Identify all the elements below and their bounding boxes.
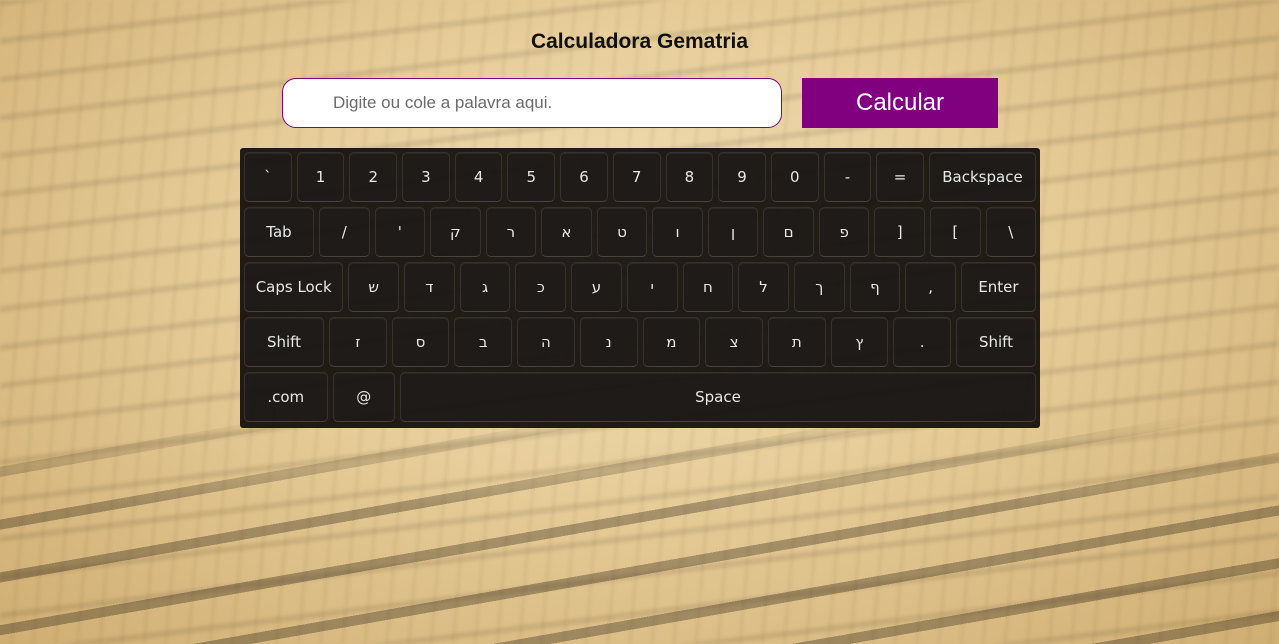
key-space[interactable]: Space <box>399 372 1036 422</box>
key-r2-7[interactable]: ח <box>682 262 734 312</box>
key-r1-12[interactable]: [ <box>929 207 981 257</box>
key-.com[interactable]: .com <box>244 372 328 422</box>
key-r1-4[interactable]: ר <box>485 207 537 257</box>
key-3[interactable]: 3 <box>402 152 450 202</box>
key-r2-11[interactable]: , <box>905 262 956 312</box>
key-.[interactable]: . <box>893 317 952 367</box>
key-r0-12[interactable]: = <box>876 152 924 202</box>
background-hebrew-text-image <box>0 414 1279 644</box>
keyboard-row: Tab / ' ק ר א ט ו ן ם פ][\ <box>244 207 1037 257</box>
key-r2-8[interactable]: ל <box>738 262 789 312</box>
key-1[interactable]: 1 <box>296 152 345 202</box>
key-r1-1[interactable]: / <box>318 207 370 257</box>
key-r1-3[interactable]: ק <box>430 207 481 257</box>
calculate-button[interactable]: Calcular <box>802 78 998 128</box>
key-r2-2[interactable]: ד <box>404 262 455 312</box>
key-2[interactable]: 2 <box>349 152 398 202</box>
key-r2-5[interactable]: ע <box>571 262 622 312</box>
key-r3-7[interactable]: צ <box>705 317 763 367</box>
key-r2-1[interactable]: ש <box>348 262 400 312</box>
keyboard-row: Shift ז ס ב ה נ מ צ ת ץ. Shift <box>244 317 1036 367</box>
key-r4-1[interactable]: @ <box>332 372 395 422</box>
key-r1-11[interactable]: ] <box>874 207 925 257</box>
word-input[interactable] <box>282 78 782 128</box>
key--[interactable]: - <box>823 152 872 202</box>
key-9[interactable]: 9 <box>718 152 766 202</box>
key-r2-10[interactable]: ף <box>849 262 901 312</box>
key-r2-9[interactable]: ך <box>793 262 845 312</box>
key-r1-2[interactable]: ' <box>374 207 426 257</box>
key-backspace[interactable]: Backspace <box>928 152 1037 202</box>
key-tab[interactable]: Tab <box>244 207 314 257</box>
key-r1-13[interactable]: \ <box>985 207 1037 257</box>
key-shift[interactable]: Shift <box>244 317 324 367</box>
key-r2-3[interactable]: ג <box>459 262 511 312</box>
key-r3-5[interactable]: נ <box>579 317 638 367</box>
key-0[interactable]: 0 <box>770 152 819 202</box>
key-6[interactable]: 6 <box>560 152 608 202</box>
key-r3-4[interactable]: ה <box>517 317 575 367</box>
key-r3-3[interactable]: ב <box>454 317 513 367</box>
key-r3-6[interactable]: מ <box>642 317 701 367</box>
key-5[interactable]: 5 <box>507 152 556 202</box>
key-shift[interactable]: Shift <box>956 317 1036 367</box>
key-r1-5[interactable]: א <box>541 207 592 257</box>
key-r1-9[interactable]: ם <box>763 207 814 257</box>
keyboard-row: ` 1 2 3 4 5 6 7 8 9 0- = Backspace <box>244 152 1037 202</box>
virtual-keyboard: ` 1 2 3 4 5 6 7 8 9 0- = Backspace Tab / ' ק ר א ט ו ן ם פ][\ Ca… <box>240 148 1040 428</box>
key-r1-6[interactable]: ט <box>596 207 648 257</box>
key-4[interactable]: 4 <box>454 152 503 202</box>
key-r2-6[interactable]: י <box>626 262 678 312</box>
key-r1-7[interactable]: ו <box>652 207 703 257</box>
key-8[interactable]: 8 <box>665 152 714 202</box>
keyboard-row: .com @ Space <box>244 372 1036 422</box>
key-enter[interactable]: Enter <box>960 262 1036 312</box>
key-r3-2[interactable]: ס <box>391 317 450 367</box>
key-caps-lock[interactable]: Caps Lock <box>244 262 344 312</box>
key-r1-10[interactable]: פ <box>818 207 870 257</box>
key-7[interactable]: 7 <box>612 152 661 202</box>
key-r1-8[interactable]: ן <box>707 207 759 257</box>
key-r2-4[interactable]: כ <box>515 262 567 312</box>
key-r0-0[interactable]: ` <box>244 152 292 202</box>
key-r3-1[interactable]: ז <box>328 317 387 367</box>
key-r3-8[interactable]: ת <box>767 317 826 367</box>
page-title: Calculadora Gematria <box>530 30 749 53</box>
key-r3-9[interactable]: ץ <box>830 317 889 367</box>
keyboard-row: Caps Lock ש ד ג כ ע י ח ל ך ף, Enter <box>244 262 1036 312</box>
